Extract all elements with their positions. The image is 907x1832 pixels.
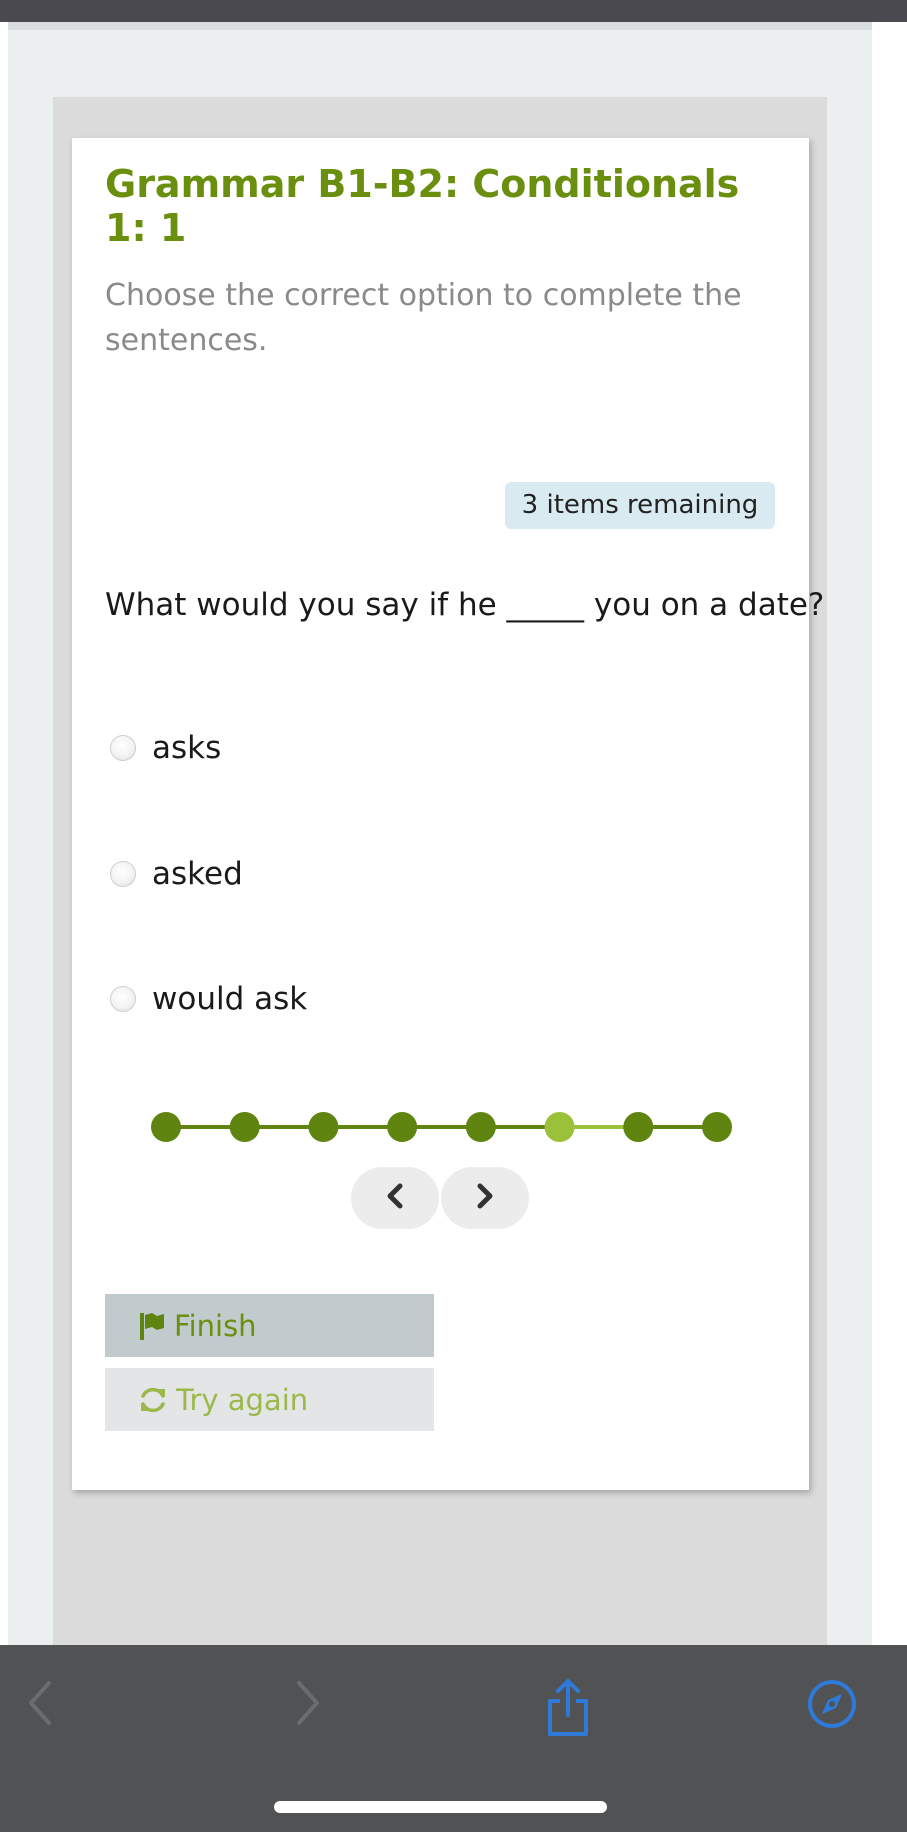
previous-button[interactable]	[351, 1167, 439, 1229]
option-asks[interactable]: asks	[110, 723, 221, 773]
page-top-strip	[8, 22, 872, 30]
chevron-right-icon	[474, 1183, 496, 1213]
radio-button[interactable]	[110, 861, 136, 887]
finish-label: Finish	[174, 1308, 257, 1343]
progress-step-dot[interactable]	[151, 1112, 181, 1142]
progress-stepper-graphic	[151, 1112, 732, 1142]
progress-step-dot[interactable]	[465, 1112, 496, 1142]
flag-icon	[138, 1311, 166, 1341]
progress-step-dot[interactable]	[229, 1112, 260, 1142]
progress-stepper	[150, 1110, 735, 1144]
refresh-icon	[138, 1385, 168, 1415]
browser-share-button[interactable]	[543, 1679, 593, 1741]
progress-step-dot[interactable]	[623, 1112, 654, 1142]
share-icon	[545, 1679, 591, 1741]
chevron-left-icon	[25, 1680, 55, 1730]
option-label: asks	[152, 730, 222, 766]
progress-step-dot[interactable]	[387, 1112, 418, 1142]
try-again-label: Try again	[176, 1382, 309, 1417]
option-label: would ask	[152, 981, 308, 1017]
chevron-right-icon	[293, 1680, 323, 1730]
browser-back-button[interactable]	[15, 1680, 65, 1730]
quiz-title: Grammar B1-B2: Conditionals 1: 1	[105, 162, 740, 250]
option-would-ask[interactable]: would ask	[110, 974, 307, 1024]
option-label: asked	[152, 856, 243, 892]
progress-step-dot[interactable]	[308, 1112, 339, 1142]
chevron-left-icon	[384, 1183, 406, 1213]
quiz-instructions: Choose the correct option to complete th…	[105, 278, 742, 358]
progress-step-dot[interactable]	[544, 1112, 575, 1142]
progress-step-dot[interactable]	[702, 1112, 732, 1142]
option-asked[interactable]: asked	[110, 849, 243, 899]
status-bar	[0, 0, 907, 22]
finish-button[interactable]: Finish	[105, 1294, 434, 1357]
items-remaining-badge: 3 items remaining	[505, 482, 775, 529]
radio-button[interactable]	[110, 986, 136, 1012]
next-button[interactable]	[441, 1167, 529, 1229]
browser-forward-button[interactable]	[283, 1680, 333, 1730]
radio-button[interactable]	[110, 735, 136, 761]
browser-safari-button[interactable]	[806, 1680, 858, 1732]
question-text: What would you say if he _____ you on a …	[105, 587, 825, 623]
compass-icon	[807, 1679, 857, 1733]
home-indicator	[274, 1801, 607, 1813]
try-again-button[interactable]: Try again	[105, 1368, 434, 1431]
